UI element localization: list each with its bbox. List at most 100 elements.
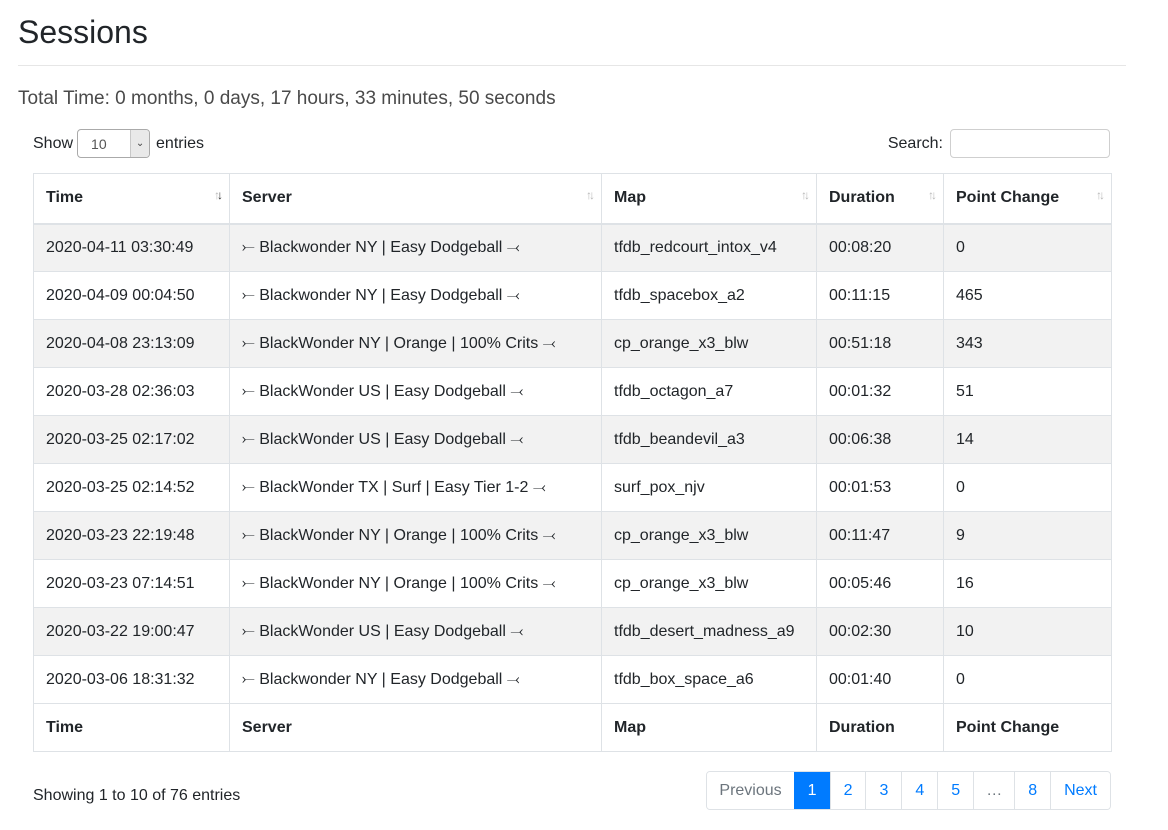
pagination: Previous 1 2 3 4 5 … 8 Next bbox=[706, 771, 1111, 810]
cell-point-change: 0 bbox=[943, 463, 1112, 512]
cell-duration: 00:51:18 bbox=[816, 319, 944, 368]
footer-map: Map bbox=[601, 703, 817, 752]
show-label: Show bbox=[33, 134, 74, 152]
entries-select-value: 10 bbox=[91, 135, 107, 152]
cell-duration: 00:11:47 bbox=[816, 511, 944, 560]
cell-duration: 00:01:53 bbox=[816, 463, 944, 512]
cell-map: tfdb_octagon_a7 bbox=[601, 367, 817, 416]
cell-time: 2020-03-22 19:00:47 bbox=[33, 607, 230, 656]
table-row: 2020-04-11 03:30:49 ⤚ Blackwonder NY | Ea… bbox=[33, 223, 1112, 272]
cell-map: cp_orange_x3_blw bbox=[601, 511, 817, 560]
pagination-next[interactable]: Next bbox=[1050, 772, 1110, 809]
pagination-page-4[interactable]: 4 bbox=[901, 772, 938, 809]
pagination-previous[interactable]: Previous bbox=[707, 772, 794, 809]
cell-duration: 00:06:38 bbox=[816, 415, 944, 464]
cell-map: tfdb_box_space_a6 bbox=[601, 655, 817, 704]
sort-arrows-icon: ↑↓ bbox=[801, 188, 810, 202]
pagination-ellipsis: … bbox=[973, 772, 1015, 809]
chevron-down-icon[interactable]: ⌄ bbox=[130, 130, 150, 157]
cell-server: ⤚ Blackwonder NY | Easy Dodgeball ⤙ bbox=[229, 223, 602, 272]
cell-point-change: 465 bbox=[943, 271, 1112, 320]
cell-duration: 00:02:30 bbox=[816, 607, 944, 656]
sessions-table: Time ↑↓ Server ↑↓ Map ↑↓ Duration ↑↓ Point C… bbox=[33, 173, 1112, 752]
total-time: Total Time: 0 months, 0 days, 17 hours, … bbox=[18, 88, 556, 109]
cell-time: 2020-04-09 00:04:50 bbox=[33, 271, 230, 320]
cell-time: 2020-03-06 18:31:32 bbox=[33, 655, 230, 704]
table-row: 2020-03-06 18:31:32 ⤚ Blackwonder NY | Ea… bbox=[33, 655, 1112, 704]
pagination-page-5[interactable]: 5 bbox=[937, 772, 974, 809]
entries-label: entries bbox=[156, 134, 205, 152]
cell-point-change: 16 bbox=[943, 559, 1112, 608]
cell-duration: 00:01:32 bbox=[816, 367, 944, 416]
footer-server: Server bbox=[229, 703, 602, 752]
cell-point-change: 10 bbox=[943, 607, 1112, 656]
search-label: Search: bbox=[887, 134, 943, 152]
search-control: Search: bbox=[888, 128, 1110, 159]
cell-time: 2020-03-23 22:19:48 bbox=[33, 511, 230, 560]
cell-map: cp_orange_x3_blw bbox=[601, 559, 817, 608]
pagination-page-8[interactable]: 8 bbox=[1014, 772, 1051, 809]
table-row: 2020-03-25 02:14:52 ⤚ BlackWonder TX | Su… bbox=[33, 463, 1112, 512]
cell-server: ⤚ Blackwonder NY | Easy Dodgeball ⤙ bbox=[229, 271, 602, 320]
cell-point-change: 51 bbox=[943, 367, 1112, 416]
table-row: 2020-03-23 07:14:51 ⤚ BlackWonder NY | Or… bbox=[33, 559, 1112, 608]
cell-point-change: 9 bbox=[943, 511, 1112, 560]
cell-point-change: 343 bbox=[943, 319, 1112, 368]
cell-time: 2020-04-11 03:30:49 bbox=[33, 223, 230, 272]
cell-point-change: 0 bbox=[943, 223, 1112, 272]
header-map[interactable]: Map ↑↓ bbox=[601, 173, 817, 225]
cell-map: tfdb_redcourt_intox_v4 bbox=[601, 223, 817, 272]
pagination-page-3[interactable]: 3 bbox=[865, 772, 902, 809]
cell-server: ⤚ BlackWonder NY | Orange | 100% Crits ⤙ bbox=[229, 511, 602, 560]
sort-arrows-icon: ↑↓ bbox=[586, 188, 595, 202]
cell-duration: 00:01:40 bbox=[816, 655, 944, 704]
footer-point-change: Point Change bbox=[943, 703, 1112, 752]
cell-map: surf_pox_njv bbox=[601, 463, 817, 512]
cell-time: 2020-03-25 02:17:02 bbox=[33, 415, 230, 464]
cell-server: ⤚ BlackWonder US | Easy Dodgeball ⤙ bbox=[229, 367, 602, 416]
header-duration[interactable]: Duration ↑↓ bbox=[816, 173, 944, 225]
cell-duration: 00:11:15 bbox=[816, 271, 944, 320]
table-row: 2020-03-28 02:36:03 ⤚ BlackWonder US | Ea… bbox=[33, 367, 1112, 416]
cell-duration: 00:05:46 bbox=[816, 559, 944, 608]
sessions-page: Sessions Total Time: 0 months, 0 days, 1… bbox=[0, 0, 1168, 830]
sort-arrows-icon: ↑↓ bbox=[1096, 188, 1105, 202]
pagination-page-2[interactable]: 2 bbox=[829, 772, 866, 809]
table-row: 2020-04-09 00:04:50 ⤚ Blackwonder NY | Ea… bbox=[33, 271, 1112, 320]
cell-server: ⤚ BlackWonder NY | Orange | 100% Crits ⤙ bbox=[229, 559, 602, 608]
cell-server: ⤚ BlackWonder US | Easy Dodgeball ⤙ bbox=[229, 607, 602, 656]
footer-duration: Duration bbox=[816, 703, 944, 752]
table-row: 2020-03-22 19:00:47 ⤚ BlackWonder US | Ea… bbox=[33, 607, 1112, 656]
cell-server: ⤚ BlackWonder TX | Surf | Easy Tier 1-2 … bbox=[229, 463, 602, 512]
header-server[interactable]: Server ↑↓ bbox=[229, 173, 602, 225]
cell-map: tfdb_beandevil_a3 bbox=[601, 415, 817, 464]
cell-time: 2020-03-23 07:14:51 bbox=[33, 559, 230, 608]
length-control: Show 10 ⌄ entries bbox=[33, 128, 204, 159]
cell-map: tfdb_desert_madness_a9 bbox=[601, 607, 817, 656]
pagination-page-1[interactable]: 1 bbox=[793, 772, 830, 809]
cell-map: cp_orange_x3_blw bbox=[601, 319, 817, 368]
table-row: 2020-03-25 02:17:02 ⤚ BlackWonder US | Ea… bbox=[33, 415, 1112, 464]
table-row: 2020-04-08 23:13:09 ⤚ BlackWonder NY | Or… bbox=[33, 319, 1112, 368]
cell-point-change: 0 bbox=[943, 655, 1112, 704]
cell-server: ⤚ BlackWonder US | Easy Dodgeball ⤙ bbox=[229, 415, 602, 464]
cell-server: ⤚ BlackWonder NY | Orange | 100% Crits ⤙ bbox=[229, 319, 602, 368]
header-time[interactable]: Time ↑↓ bbox=[33, 173, 230, 225]
cell-server: ⤚ Blackwonder NY | Easy Dodgeball ⤙ bbox=[229, 655, 602, 704]
search-input[interactable] bbox=[950, 129, 1110, 158]
cell-point-change: 14 bbox=[943, 415, 1112, 464]
footer-time: Time bbox=[33, 703, 230, 752]
cell-time: 2020-03-28 02:36:03 bbox=[33, 367, 230, 416]
table-row: 2020-03-23 22:19:48 ⤚ BlackWonder NY | Or… bbox=[33, 511, 1112, 560]
table-info: Showing 1 to 10 of 76 entries bbox=[33, 787, 241, 804]
cell-time: 2020-03-25 02:14:52 bbox=[33, 463, 230, 512]
header-point-change[interactable]: Point Change ↑↓ bbox=[943, 173, 1112, 225]
sort-arrows-icon: ↑↓ bbox=[928, 188, 937, 202]
sort-arrows-icon: ↑↓ bbox=[214, 188, 223, 202]
cell-map: tfdb_spacebox_a2 bbox=[601, 271, 817, 320]
entries-select[interactable]: 10 ⌄ bbox=[77, 129, 151, 158]
cell-duration: 00:08:20 bbox=[816, 223, 944, 272]
table-header-row: Time ↑↓ Server ↑↓ Map ↑↓ Duration ↑↓ Point C… bbox=[33, 173, 1112, 225]
page-title: Sessions bbox=[18, 14, 148, 50]
title-divider bbox=[18, 65, 1126, 66]
